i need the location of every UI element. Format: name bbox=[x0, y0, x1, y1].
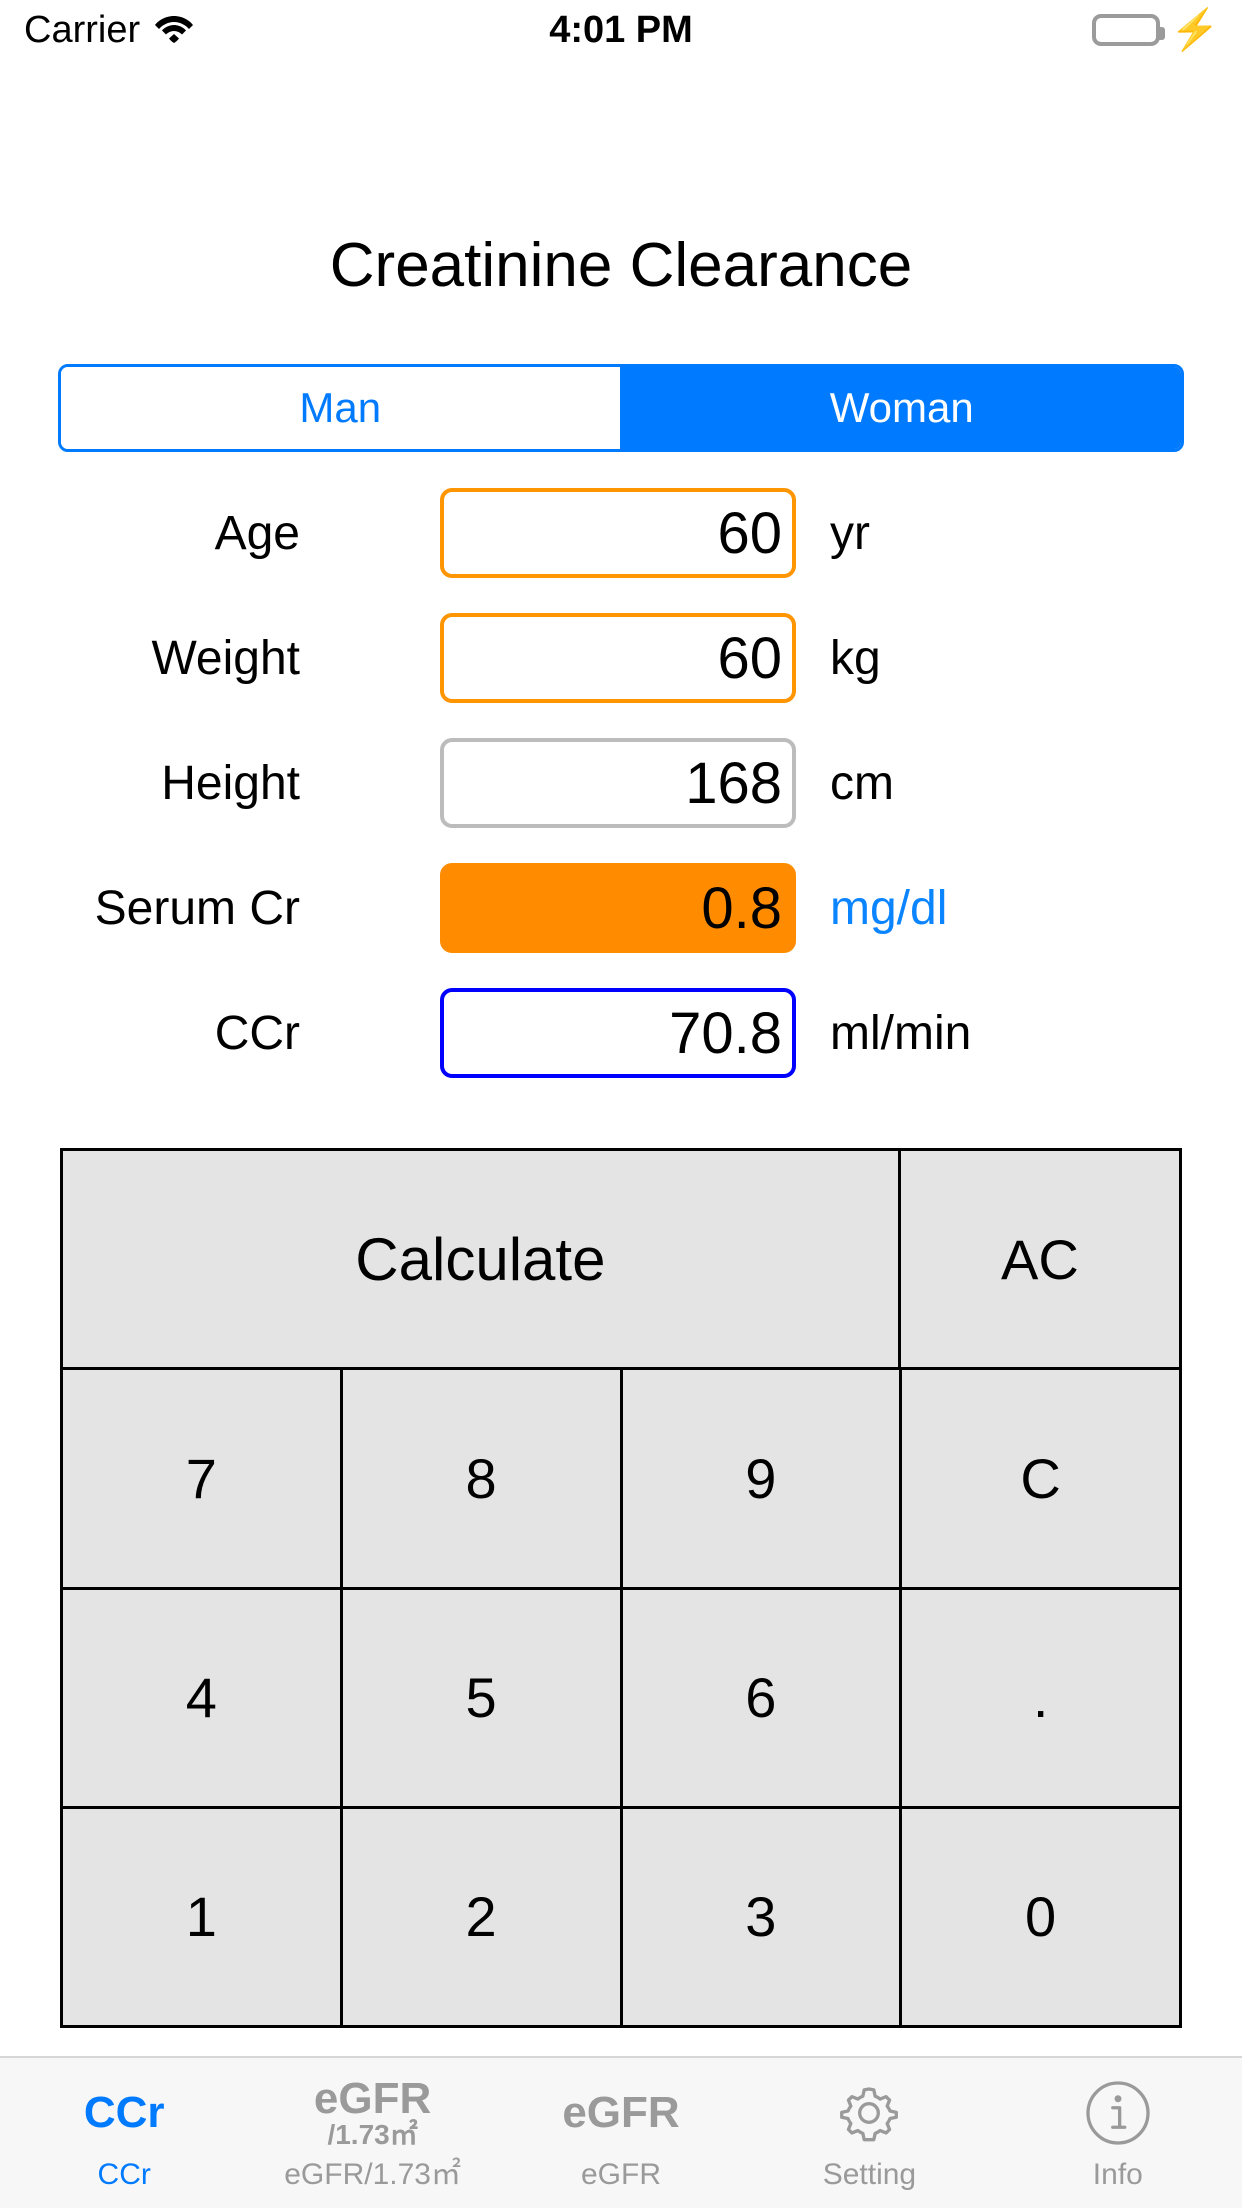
tab-ccr[interactable]: CCr CCr bbox=[0, 2058, 248, 2208]
egfr-text-icon: eGFR bbox=[562, 2088, 680, 2137]
ac-button[interactable]: AC bbox=[897, 1151, 1179, 1368]
row-ccr: CCr 70.8 ml/min bbox=[0, 988, 1242, 1078]
segment-woman[interactable]: Woman bbox=[619, 367, 1181, 449]
status-bar-right: ⚡ bbox=[1092, 10, 1220, 50]
wifi-icon bbox=[154, 12, 194, 49]
label-height: Height bbox=[161, 756, 300, 810]
ccr-text-icon: CCr bbox=[83, 2088, 165, 2137]
key-clear[interactable]: C bbox=[899, 1370, 1179, 1587]
age-input[interactable]: 60 bbox=[440, 488, 796, 578]
app-root: 4:01 PM Carrier ⚡ Creatinine Clearance M… bbox=[0, 0, 1242, 2208]
key-3[interactable]: 3 bbox=[619, 1808, 900, 2025]
key-4[interactable]: 4 bbox=[63, 1589, 340, 1806]
label-age: Age bbox=[214, 506, 300, 560]
row-age: Age 60 yr bbox=[0, 488, 1242, 578]
key-2[interactable]: 2 bbox=[339, 1808, 620, 2025]
unit-ccr: ml/min bbox=[830, 1006, 972, 1060]
unit-serum-cr-toggle[interactable]: mg/dl bbox=[830, 881, 1130, 936]
keypad: Calculate AC 7 8 9 C 4 5 6 . 1 2 3 0 bbox=[60, 1148, 1182, 2028]
keypad-row-3: 1 2 3 0 bbox=[63, 1805, 1179, 2025]
tab-egfr-label: eGFR bbox=[581, 2158, 662, 2191]
keypad-row-2: 4 5 6 . bbox=[63, 1586, 1179, 1806]
gear-icon bbox=[833, 2076, 905, 2150]
info-circle-icon bbox=[1082, 2076, 1154, 2150]
unit-height: cm bbox=[830, 756, 894, 810]
key-decimal[interactable]: . bbox=[899, 1589, 1179, 1806]
key-1[interactable]: 1 bbox=[63, 1808, 340, 2025]
key-8[interactable]: 8 bbox=[339, 1370, 620, 1587]
segment-man[interactable]: Man bbox=[61, 367, 620, 449]
weight-input[interactable]: 60 bbox=[440, 613, 796, 703]
ccr-result[interactable]: 70.8 bbox=[440, 988, 796, 1078]
tab-bar: CCr CCr eGFR /1.73㎡ eGFR/1.73㎡ eGFR eGFR bbox=[0, 2056, 1242, 2208]
key-7[interactable]: 7 bbox=[63, 1370, 340, 1587]
tab-info[interactable]: Info bbox=[994, 2058, 1242, 2208]
label-serum-cr: Serum Cr bbox=[94, 881, 300, 935]
status-bar-left: Carrier bbox=[24, 9, 194, 52]
status-bar: 4:01 PM Carrier ⚡ bbox=[0, 0, 1242, 60]
keypad-row-1: 7 8 9 C bbox=[63, 1367, 1179, 1587]
key-5[interactable]: 5 bbox=[339, 1589, 620, 1806]
key-6[interactable]: 6 bbox=[619, 1589, 900, 1806]
battery-full-icon bbox=[1092, 14, 1166, 46]
egfr-bsa-text-icon: eGFR /1.73㎡ bbox=[313, 2074, 432, 2150]
tab-egfr-bsa[interactable]: eGFR /1.73㎡ eGFR/1.73㎡ bbox=[248, 2058, 496, 2208]
tab-setting[interactable]: Setting bbox=[745, 2058, 993, 2208]
input-rows: Age 60 yr Weight 60 kg Height 168 cm Ser… bbox=[0, 488, 1242, 1113]
row-height: Height 168 cm bbox=[0, 738, 1242, 828]
tab-ccr-label: CCr bbox=[97, 2158, 151, 2191]
tab-info-label: Info bbox=[1092, 2158, 1143, 2191]
label-weight: Weight bbox=[151, 631, 300, 685]
unit-age: yr bbox=[830, 506, 870, 560]
row-weight: Weight 60 kg bbox=[0, 613, 1242, 703]
calculate-button[interactable]: Calculate bbox=[63, 1151, 898, 1368]
gender-segmented-control[interactable]: Man Woman bbox=[58, 364, 1184, 452]
lightning-bolt-icon: ⚡ bbox=[1170, 8, 1220, 52]
unit-weight: kg bbox=[830, 631, 881, 685]
label-ccr: CCr bbox=[214, 1006, 300, 1060]
row-serum-cr: Serum Cr 0.8 mg/dl bbox=[0, 863, 1242, 953]
key-0[interactable]: 0 bbox=[899, 1808, 1179, 2025]
tab-setting-label: Setting bbox=[822, 2158, 917, 2191]
serum-cr-input[interactable]: 0.8 bbox=[440, 863, 796, 953]
key-9[interactable]: 9 bbox=[619, 1370, 900, 1587]
height-input[interactable]: 168 bbox=[440, 738, 796, 828]
tab-egfr[interactable]: eGFR eGFR bbox=[497, 2058, 745, 2208]
page-title: Creatinine Clearance bbox=[329, 231, 913, 300]
carrier-label: Carrier bbox=[24, 8, 141, 51]
keypad-row-action: Calculate AC bbox=[63, 1151, 1179, 1368]
tab-egfr-bsa-label: eGFR/1.73㎡ bbox=[284, 2158, 461, 2191]
